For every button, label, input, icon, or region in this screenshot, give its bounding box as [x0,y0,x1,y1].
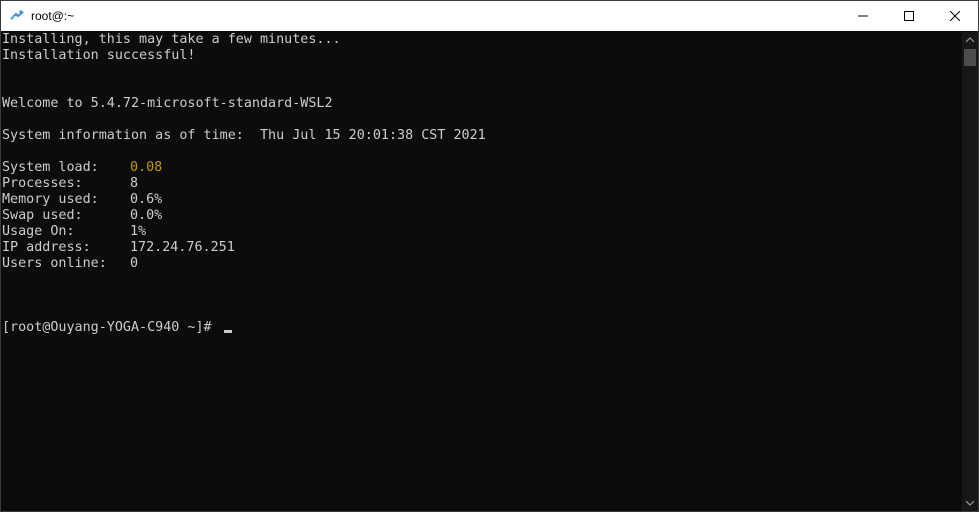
maximize-icon [904,11,914,21]
vertical-scrollbar[interactable] [962,32,978,511]
install-line-1: Installing, this may take a few minutes.… [2,32,341,47]
stat-value: 8 [130,176,139,191]
stat-processes: Processes: 8 [1,176,962,192]
arrow-down-icon [966,500,974,506]
minimize-button[interactable] [840,1,886,31]
stat-label: Users online: [2,256,107,271]
command-prompt[interactable]: [root@Ouyang-YOGA-C940 ~]# [1,320,962,336]
stat-system-load: System load: 0.08 [1,160,962,176]
close-icon [950,11,960,21]
sysinfo-header: System information as of time: Thu Jul 1… [2,128,486,143]
terminal-window: root@:~ Installing, this may take a few … [0,0,979,512]
stat-label: Processes: [2,176,83,191]
stat-label: Usage On: [2,224,75,239]
stat-value: 0 [130,256,139,271]
scrollbar-thumb[interactable] [964,49,976,66]
stat-value: 1% [130,224,147,239]
stat-value: 0.6% [130,192,163,207]
welcome-line: Welcome to 5.4.72-microsoft-standard-WSL… [2,96,333,111]
text-cursor [223,330,232,333]
stat-label: Memory used: [2,192,99,207]
stat-swap-used: Swap used: 0.0% [1,208,962,224]
minimize-icon [858,15,868,17]
stat-ip-address: IP address: 172.24.76.251 [1,240,962,256]
close-button[interactable] [932,1,978,31]
stat-label: IP address: [2,240,91,255]
stat-value: 0.08 [130,160,163,175]
maximize-button[interactable] [886,1,932,31]
window-title: root@:~ [31,9,75,23]
prompt-text: [root@Ouyang-YOGA-C940 ~]# [2,320,220,335]
linux-penguin-icon [9,8,25,24]
install-line-2: Installation successful! [2,48,196,63]
stat-usage-on: Usage On: 1% [1,224,962,240]
stat-label: System load: [2,160,99,175]
stat-users-online: Users online: 0 [1,256,962,272]
scroll-down-button[interactable] [962,495,978,511]
arrow-up-icon [966,37,974,43]
title-bar[interactable]: root@:~ [1,1,978,31]
terminal-output[interactable]: Installing, this may take a few minutes.… [1,32,962,511]
stat-label: Swap used: [2,208,83,223]
stat-value: 0.0% [130,208,163,223]
stat-memory-used: Memory used: 0.6% [1,192,962,208]
scroll-up-button[interactable] [962,32,978,48]
stat-value: 172.24.76.251 [130,240,235,255]
